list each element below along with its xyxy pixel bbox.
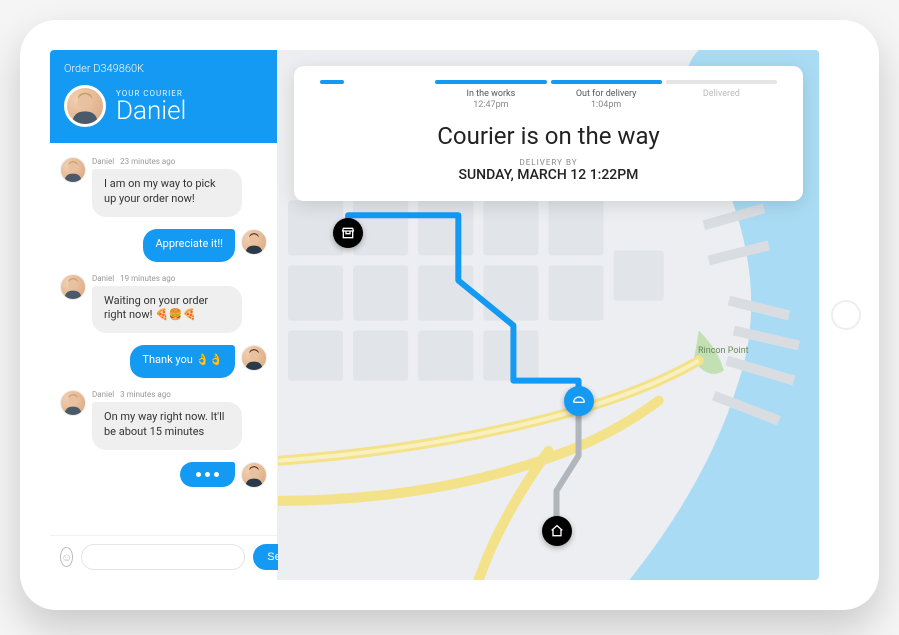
message-time: 19 minutes ago: [120, 274, 175, 283]
message-bubble: Appreciate it!!: [143, 229, 235, 262]
courier-avatar: [60, 390, 86, 416]
status-title: Courier is on the way: [320, 122, 777, 150]
message-item: Thank you 👌👌: [60, 345, 267, 378]
chat-panel: Order D349860K YOUR COURIER Daniel Danie…: [50, 50, 278, 580]
user-avatar: [241, 229, 267, 255]
status-card: In the works 12:47pm Out for delivery 1:…: [294, 66, 803, 201]
map-panel: Rincon Point In the works: [278, 50, 819, 580]
message-bubble: I am on my way to pick up your order now…: [92, 169, 242, 217]
message-sender: Daniel: [92, 157, 114, 166]
map-poi-label: Rincon Point: [698, 346, 749, 356]
chat-header: Order D349860K YOUR COURIER Daniel: [50, 50, 277, 143]
tablet-frame: Order D349860K YOUR COURIER Daniel Danie…: [20, 20, 879, 610]
message-item: Daniel 23 minutes ago I am on my way to p…: [60, 157, 267, 217]
message-item: Appreciate it!!: [60, 229, 267, 262]
message-item: Daniel 3 minutes ago On my way right now.…: [60, 390, 267, 450]
user-avatar: [241, 345, 267, 371]
order-number: Order D349860K: [64, 62, 263, 75]
progress-segment: Out for delivery 1:04pm: [551, 80, 662, 110]
progress-segment: Delivered: [666, 80, 777, 100]
emoji-icon[interactable]: ☺: [60, 547, 73, 567]
message-time: 23 minutes ago: [120, 157, 175, 166]
courier-label: YOUR COURIER: [116, 89, 186, 98]
progress-segment: [320, 80, 431, 89]
typing-indicator: [180, 462, 235, 487]
message-item: [60, 462, 267, 488]
app-screen: Order D349860K YOUR COURIER Daniel Danie…: [50, 50, 819, 580]
message-bubble: Thank you 👌👌: [130, 345, 235, 378]
courier-avatar: [60, 157, 86, 183]
courier-avatar: [60, 274, 86, 300]
tablet-home-button[interactable]: [831, 300, 861, 330]
message-bubble: Waiting on your order right now! 🍕🍔🍕: [92, 286, 242, 334]
courier-icon[interactable]: [564, 386, 594, 416]
message-item: Daniel 19 minutes ago Waiting on your ord…: [60, 274, 267, 334]
delivery-by-value: SUNDAY, MARCH 12 1:22PM: [320, 167, 777, 183]
courier-info: YOUR COURIER Daniel: [64, 85, 263, 127]
progress-segment: In the works 12:47pm: [435, 80, 546, 110]
progress-bar: In the works 12:47pm Out for delivery 1:…: [320, 80, 777, 110]
user-avatar: [241, 462, 267, 488]
home-icon[interactable]: [542, 516, 572, 546]
message-thread[interactable]: Daniel 23 minutes ago I am on my way to p…: [50, 143, 277, 535]
store-icon[interactable]: [333, 218, 363, 248]
message-sender: Daniel: [92, 390, 114, 399]
message-bubble: On my way right now. It'll be about 15 m…: [92, 402, 242, 450]
message-sender: Daniel: [92, 274, 114, 283]
compose-bar: ☺ Send: [50, 535, 277, 580]
courier-name: Daniel: [116, 98, 186, 124]
delivery-by-label: DELIVERY BY: [320, 158, 777, 167]
message-time: 3 minutes ago: [120, 390, 171, 399]
courier-avatar[interactable]: [64, 85, 106, 127]
message-input[interactable]: [81, 544, 245, 570]
